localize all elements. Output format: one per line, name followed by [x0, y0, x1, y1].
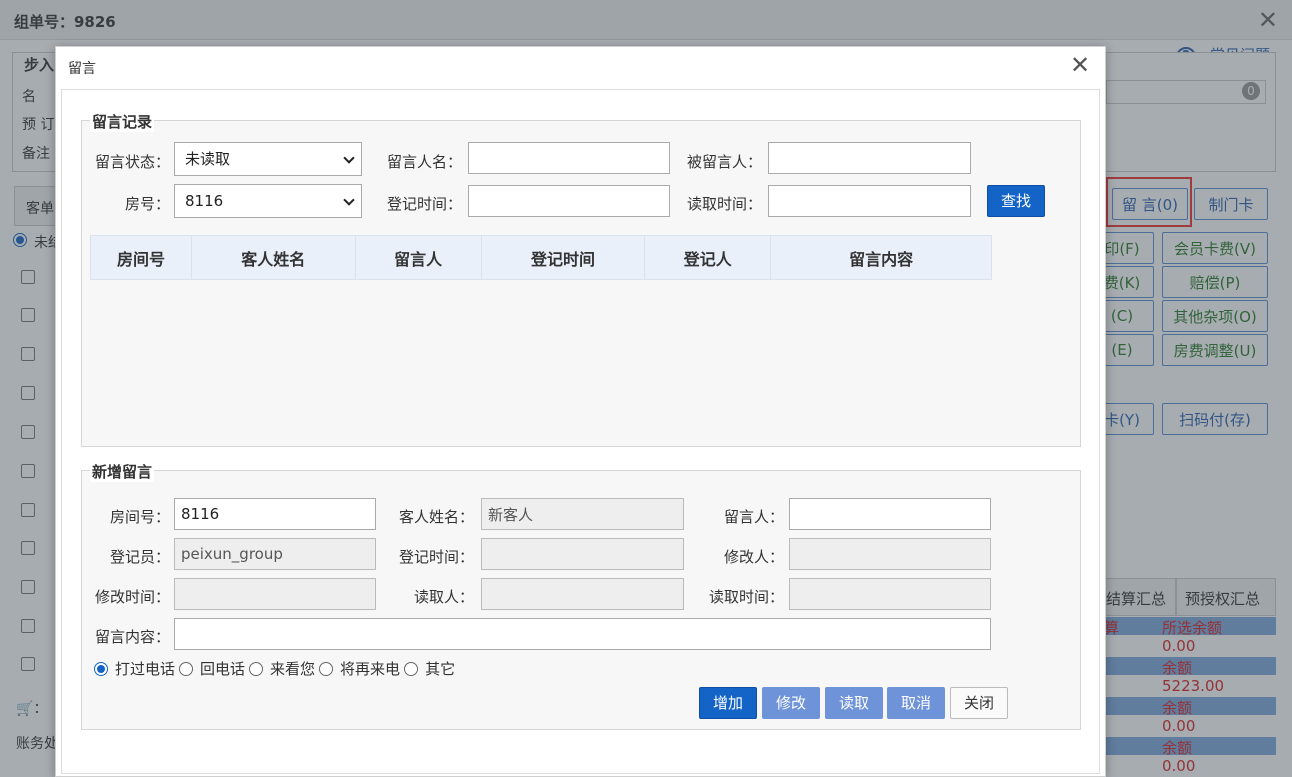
edit-button[interactable]: 修改: [762, 687, 820, 719]
guest-name-input: [481, 498, 684, 530]
radio-icon: [249, 661, 264, 676]
status-label: 留言状态：: [94, 153, 170, 171]
new-reg-time-input: [481, 538, 684, 570]
recipient-label: 被留言人：: [686, 153, 762, 171]
reg-time-label: 登记时间：: [386, 195, 462, 213]
content-input[interactable]: [174, 618, 991, 650]
new-message-section: 新增留言 房间号： 客人姓名： 留言人： 登记员： 登记时间： 修改人： 修改时…: [81, 461, 1081, 730]
modifier-label: 修改人：: [723, 548, 784, 566]
close-button[interactable]: 关闭: [950, 687, 1008, 719]
search-button[interactable]: 查找: [987, 185, 1045, 217]
registrar-input: [174, 538, 376, 570]
cancel-button[interactable]: 取消: [887, 687, 945, 719]
new-read-time-label: 读取时间：: [708, 588, 784, 606]
read-time-label: 读取时间：: [686, 195, 762, 213]
radio-called[interactable]: 打过电话: [94, 658, 175, 679]
dialog-title: 留言: [68, 61, 96, 77]
chevron-down-icon: [343, 194, 355, 206]
radio-icon: [94, 661, 108, 676]
table-header-row: 房间号 客人姓名 留言人 登记时间 登记人 留言内容: [90, 235, 992, 280]
author-name-label: 留言人名：: [386, 153, 462, 171]
new-read-time-input: [789, 578, 991, 610]
radio-visited[interactable]: 来看您: [249, 658, 315, 679]
guest-name-label: 客人姓名：: [398, 508, 474, 526]
modifier-input: [789, 538, 991, 570]
column-header-author[interactable]: 留言人: [354, 235, 482, 280]
room-label: 房号：: [124, 195, 170, 213]
radio-other[interactable]: 其它: [404, 658, 455, 679]
close-icon[interactable]: ✕: [1069, 52, 1091, 78]
column-header-guest[interactable]: 客人姓名: [190, 235, 356, 280]
reg-time-input[interactable]: [468, 185, 670, 217]
new-author-input[interactable]: [789, 498, 991, 530]
status-select[interactable]: 未读取: [174, 142, 362, 176]
radio-icon: [404, 661, 419, 676]
read-button[interactable]: 读取: [825, 687, 883, 719]
radio-call-back[interactable]: 回电话: [179, 658, 245, 679]
records-table: 房间号 客人姓名 留言人 登记时间 登记人 留言内容: [90, 235, 992, 280]
column-header-content[interactable]: 留言内容: [770, 235, 992, 280]
new-message-legend: 新增留言: [90, 461, 155, 482]
mod-time-input: [174, 578, 376, 610]
recipient-input[interactable]: [768, 142, 971, 174]
reader-label: 读取人：: [413, 588, 474, 606]
radio-icon: [179, 661, 194, 676]
column-header-room[interactable]: 房间号: [90, 235, 192, 280]
radio-icon: [319, 661, 334, 676]
add-button[interactable]: 增加: [699, 687, 757, 719]
message-type-radio-group: 打过电话 回电话 来看您 将再来电 其它: [94, 658, 459, 679]
dialog-body: 留言记录 留言状态： 未读取 留言人名： 被留言人： 房号： 8116 登记时间…: [61, 89, 1100, 774]
author-name-input[interactable]: [468, 142, 670, 174]
column-header-reg-time[interactable]: 登记时间: [480, 235, 646, 280]
content-label: 留言内容：: [94, 628, 170, 646]
new-author-label: 留言人：: [723, 508, 784, 526]
column-header-registrar[interactable]: 登记人: [644, 235, 772, 280]
room-select[interactable]: 8116: [174, 184, 362, 218]
radio-will-call-again[interactable]: 将再来电: [319, 658, 400, 679]
message-dialog: 留言 ✕ 留言记录 留言状态： 未读取 留言人名： 被留言人： 房号： 8116…: [55, 46, 1106, 777]
new-reg-time-label: 登记时间：: [398, 548, 474, 566]
read-time-input[interactable]: [768, 185, 971, 217]
dialog-title-bar: 留言 ✕: [56, 47, 1105, 85]
records-section: 留言记录 留言状态： 未读取 留言人名： 被留言人： 房号： 8116 登记时间…: [81, 111, 1081, 447]
records-legend: 留言记录: [90, 111, 155, 132]
reader-input: [481, 578, 684, 610]
mod-time-label: 修改时间：: [94, 588, 170, 606]
new-room-input[interactable]: [174, 498, 376, 530]
new-room-label: 房间号：: [109, 508, 170, 526]
registrar-label: 登记员：: [109, 548, 170, 566]
chevron-down-icon: [343, 152, 355, 164]
